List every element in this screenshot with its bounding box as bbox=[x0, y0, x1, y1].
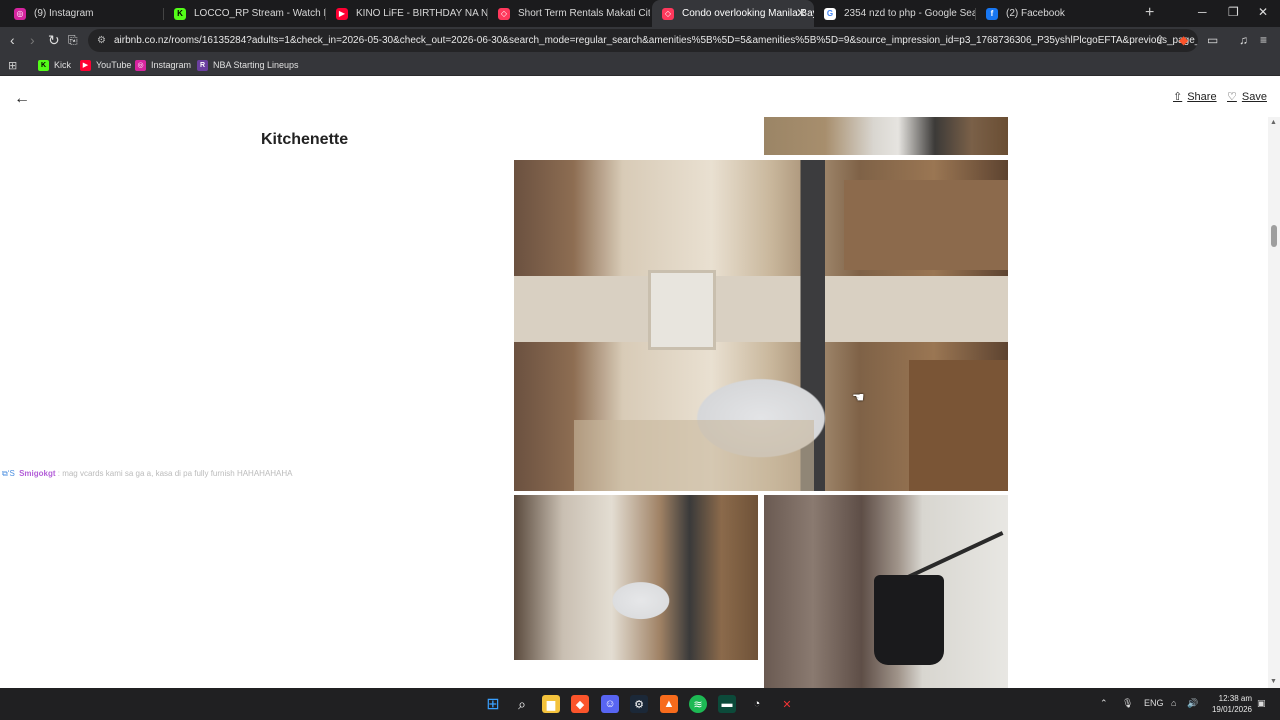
bookmark-kick[interactable]: K Kick bbox=[38, 57, 71, 73]
chat-username: Smigokgt bbox=[19, 469, 56, 478]
notifications-icon[interactable]: ▣ bbox=[1257, 698, 1266, 709]
listing-photo-tour: ← ⇧ Share ♡ Save Kitchenette ⧉‘S Smigokg… bbox=[0, 77, 1280, 688]
sidebar-icon[interactable]: ▭ bbox=[1207, 33, 1218, 47]
scrollbar[interactable]: ▲ ▼ bbox=[1268, 117, 1280, 688]
share-button[interactable]: ⇧ Share bbox=[1173, 90, 1217, 104]
hand-cursor-icon: ☚ bbox=[852, 389, 865, 405]
reload-icon[interactable]: ↻ bbox=[48, 32, 60, 48]
chat-badge: ⧉‘S bbox=[2, 469, 15, 478]
back-icon[interactable]: ‹ bbox=[10, 32, 15, 48]
new-tab-button[interactable]: + bbox=[1145, 4, 1154, 22]
spotify-icon[interactable]: ≋ bbox=[689, 695, 707, 713]
heart-icon: ♡ bbox=[1227, 91, 1237, 103]
tab-facebook[interactable]: f (2) Facebook bbox=[976, 0, 1138, 27]
tab-label: 2354 nzd to php - Google Search bbox=[844, 8, 976, 19]
apps-grid-icon[interactable]: ⊞ bbox=[8, 57, 17, 73]
bookmark-icon[interactable]: ⎘ bbox=[68, 32, 78, 48]
steam-icon[interactable]: ⚙ bbox=[630, 695, 648, 713]
restore-icon[interactable]: ❐ bbox=[1228, 5, 1239, 19]
tab-label: (9) Instagram bbox=[34, 8, 94, 19]
kitchenette-photo-top[interactable] bbox=[764, 117, 1008, 155]
file-explorer-icon[interactable]: ▆ bbox=[542, 695, 560, 713]
language-indicator[interactable]: ENG bbox=[1144, 698, 1164, 708]
windows-start-icon[interactable]: ⊞ bbox=[484, 695, 502, 713]
share-page-icon[interactable]: ⇪ bbox=[1155, 33, 1165, 47]
facebook-icon: f bbox=[986, 7, 998, 20]
brave-browser-icon[interactable]: ◆ bbox=[571, 695, 589, 713]
network-icon[interactable]: ⌂ bbox=[1171, 698, 1176, 708]
app-icon[interactable]: ▲ bbox=[660, 695, 678, 713]
share-label: Share bbox=[1187, 90, 1217, 103]
bookmark-instagram[interactable]: ◎ Instagram bbox=[135, 57, 191, 73]
bookmark-youtube[interactable]: ▶ YouTube bbox=[80, 57, 131, 73]
bookmark-nba-lineups[interactable]: R NBA Starting Lineups bbox=[197, 57, 299, 73]
tab-airbnb-listing[interactable]: ◇ Condo overlooking Manila Bay ✕ bbox=[652, 0, 814, 27]
address-bar[interactable]: ⚙ airbnb.co.nz/rooms/16135284?adults=1&c… bbox=[88, 29, 1198, 52]
bookmark-label: Instagram bbox=[151, 60, 192, 70]
scrollbar-thumb[interactable] bbox=[1271, 225, 1277, 247]
tab-google-search[interactable]: G 2354 nzd to php - Google Search bbox=[814, 0, 976, 27]
bookmark-label: Kick bbox=[54, 60, 72, 70]
forward-icon[interactable]: › bbox=[30, 32, 35, 48]
youtube-icon: ▶ bbox=[336, 7, 348, 20]
instagram-icon: ◎ bbox=[14, 7, 26, 20]
system-clock[interactable]: 12:38 am 19/01/2026 bbox=[1206, 693, 1252, 715]
tab-kick-stream[interactable]: K LOCCO_RP Stream - Watch Live on K bbox=[164, 0, 326, 27]
kick-icon: K bbox=[38, 59, 49, 71]
volume-icon[interactable]: 🔊 bbox=[1187, 698, 1198, 709]
google-icon: G bbox=[824, 7, 836, 20]
microphone-icon[interactable]: 🎙 bbox=[1122, 698, 1133, 709]
bookmarks-bar: ⊞ K Kick ▶ YouTube ◎ Instagram R NBA Sta… bbox=[0, 54, 1280, 76]
media-icon[interactable]: ♫ bbox=[1239, 33, 1248, 47]
tab-label: Condo overlooking Manila Bay bbox=[682, 8, 814, 19]
tab-strip: ◎ (9) Instagram K LOCCO_RP Stream - Watc… bbox=[0, 0, 1280, 27]
tab-label: (2) Facebook bbox=[1006, 8, 1065, 19]
kitchenette-photo-main[interactable] bbox=[514, 160, 1008, 491]
clock-date: 19/01/2026 bbox=[1211, 705, 1252, 714]
site-info-icon[interactable]: ⚙ bbox=[97, 29, 106, 52]
terminal-icon[interactable]: ▬ bbox=[718, 695, 736, 713]
tray-overflow-icon[interactable]: ⌃ bbox=[1100, 698, 1108, 709]
kick-icon: K bbox=[174, 7, 186, 20]
app-x-icon[interactable]: ✕ bbox=[778, 695, 796, 713]
save-button[interactable]: ♡ Save bbox=[1227, 90, 1267, 104]
kitchenette-photo-utensils[interactable] bbox=[764, 495, 1008, 688]
taskbar: ⊞ ⌕ ▆ ◆ ☺ ⚙ ▲ ≋ ▬ ◔ ✕ ⌃ 🎙 ENG ⌂ 🔊 12:38 … bbox=[0, 688, 1280, 720]
scroll-up-icon[interactable]: ▲ bbox=[1270, 119, 1277, 126]
back-arrow-icon[interactable]: ← bbox=[14, 90, 30, 108]
rotowire-icon: R bbox=[197, 59, 208, 71]
search-icon[interactable]: ⌕ bbox=[513, 695, 531, 713]
save-label: Save bbox=[1241, 90, 1267, 103]
tab-airbnb-search[interactable]: ◇ Short Term Rentals Makati City, Sha bbox=[488, 0, 650, 27]
discord-icon[interactable]: ☺ bbox=[601, 695, 619, 713]
tab-label: Short Term Rentals Makati City, Sha bbox=[518, 8, 650, 19]
airbnb-icon: ◇ bbox=[662, 7, 674, 20]
close-window-icon[interactable]: ✕ bbox=[1258, 5, 1268, 19]
tab-label: KINO LiFE - BIRTHDAY NA NI GG ati bbox=[356, 8, 488, 19]
minimize-icon[interactable]: ─ bbox=[1198, 5, 1207, 19]
airbnb-icon: ◇ bbox=[498, 7, 510, 20]
chat-message: : mag vcards kami sa ga a, kasa di pa fu… bbox=[57, 469, 293, 478]
section-title: Kitchenette bbox=[261, 131, 349, 148]
bookmark-label: NBA Starting Lineups bbox=[213, 60, 299, 70]
bookmark-label: YouTube bbox=[96, 60, 132, 70]
tab-label: LOCCO_RP Stream - Watch Live on K bbox=[194, 8, 326, 19]
kitchenette-photo-living[interactable] bbox=[514, 495, 758, 660]
close-tab-icon[interactable]: ✕ bbox=[796, 6, 806, 20]
brave-shields-icon[interactable]: ◆ bbox=[1179, 33, 1188, 47]
instagram-icon: ◎ bbox=[135, 59, 146, 71]
youtube-icon: ▶ bbox=[80, 59, 91, 71]
clock-app-icon[interactable]: ◔ bbox=[748, 695, 766, 713]
scroll-down-icon[interactable]: ▼ bbox=[1270, 678, 1277, 685]
url-text: airbnb.co.nz/rooms/16135284?adults=1&che… bbox=[114, 35, 1198, 46]
navigation-bar: ‹ › ↻ ⎘ ⚙ airbnb.co.nz/rooms/16135284?ad… bbox=[0, 27, 1280, 54]
stream-chat-overlay: ⧉‘S Smigokgt : mag vcards kami sa ga a, … bbox=[2, 469, 293, 479]
share-icon: ⇧ bbox=[1173, 91, 1183, 103]
menu-icon[interactable]: ≡ bbox=[1260, 33, 1267, 47]
tab-youtube-video[interactable]: ▶ KINO LiFE - BIRTHDAY NA NI GG ati bbox=[326, 0, 488, 27]
clock-time: 12:38 am bbox=[1218, 694, 1252, 703]
tab-instagram[interactable]: ◎ (9) Instagram bbox=[4, 0, 164, 27]
